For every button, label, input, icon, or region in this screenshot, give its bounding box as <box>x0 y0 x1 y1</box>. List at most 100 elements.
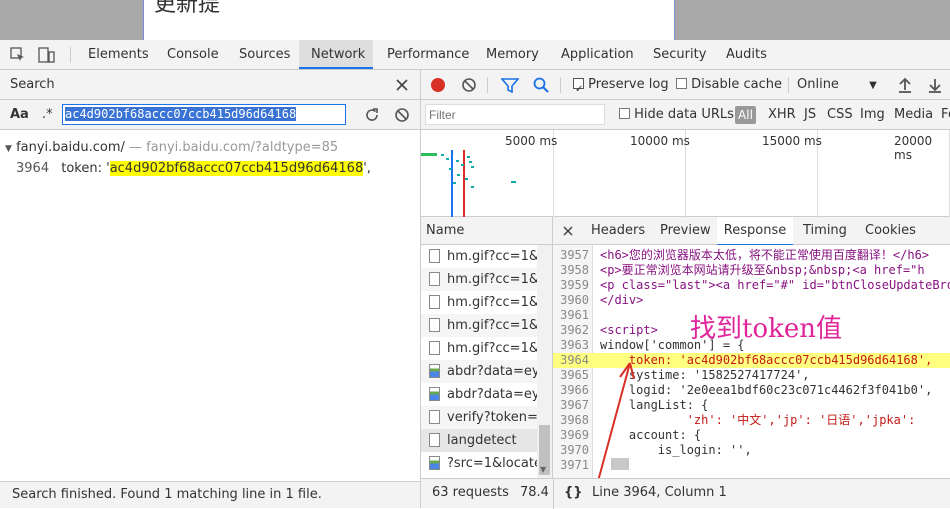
request-row[interactable]: hm.gif?cc=1&c... <box>421 291 537 314</box>
tab-timing[interactable]: Timing <box>803 217 847 244</box>
request-name: langdetect <box>447 433 517 448</box>
tab-preview[interactable]: Preview <box>660 217 711 244</box>
preserve-log-checkbox[interactable]: ✓ Preserve log <box>573 70 669 100</box>
file-icon <box>429 295 440 309</box>
file-icon <box>429 341 440 355</box>
search-result-file[interactable]: ▼ fanyi.baidu.com/ — fanyi.baidu.com/?al… <box>5 140 338 155</box>
annotation-text: 找到token值 <box>690 314 842 344</box>
disable-cache-checkbox[interactable]: Disable cache <box>676 70 782 100</box>
request-name: hm.gif?cc=1&c... <box>447 249 537 264</box>
request-name: hm.gif?cc=1&c... <box>447 318 537 333</box>
dropdown-arrow-icon: ▼ <box>869 80 877 91</box>
filter-type-js[interactable]: JS <box>804 100 816 130</box>
search-input[interactable]: ac4d902bf68accc07ccb415d96d64168 <box>62 104 346 125</box>
network-overview-timeline[interactable]: 5000 ms 10000 ms 15000 ms 20000 ms <box>421 130 950 217</box>
code-line: 3958 <p>要正常浏览本网站请升级至&nbsp;&nbsp;<a href="… <box>560 263 925 277</box>
search-status-text: Search finished. Found 1 matching line i… <box>12 487 322 502</box>
request-row[interactable]: abdr?data=eyJk <box>421 360 537 383</box>
filter-type-css[interactable]: CSS <box>827 100 853 130</box>
file-icon <box>429 410 440 424</box>
expand-triangle-icon: ▼ <box>5 144 12 154</box>
regex-toggle[interactable]: .* <box>42 100 53 130</box>
tab-network[interactable]: Network <box>299 40 373 69</box>
tab-elements[interactable]: Elements <box>76 40 161 69</box>
request-row[interactable]: verify?token=b... <box>421 406 537 429</box>
code-line: 3960 </div> <box>560 293 644 307</box>
file-icon <box>429 272 440 286</box>
request-row[interactable]: hm.gif?cc=1&c... <box>421 268 537 291</box>
inspect-element-icon[interactable] <box>10 47 26 63</box>
clear-icon[interactable] <box>394 107 410 123</box>
search-toolbar: Aa .* ac4d902bf68accc07ccb415d96d64168 <box>0 100 420 130</box>
request-row[interactable]: hm.gif?cc=1&c... <box>421 245 537 268</box>
match-case-toggle[interactable]: Aa <box>10 100 29 130</box>
tab-memory[interactable]: Memory <box>474 40 551 69</box>
toolbar-divider <box>487 77 488 93</box>
search-results: ▼ fanyi.baidu.com/ — fanyi.baidu.com/?al… <box>0 130 420 480</box>
filter-type-media[interactable]: Media <box>894 100 933 130</box>
request-name: hm.gif?cc=1&c... <box>447 341 537 356</box>
tab-cookies[interactable]: Cookies <box>865 217 916 244</box>
disable-cache-label: Disable cache <box>691 77 782 92</box>
pretty-print-icon[interactable]: {} <box>564 479 583 507</box>
annotation-arrow-icon <box>596 362 635 486</box>
name-column-header[interactable]: Name <box>421 217 552 245</box>
request-row[interactable]: hm.gif?cc=1&c... <box>421 314 537 337</box>
hide-data-urls-label: Hide data URLs <box>634 107 734 122</box>
filter-type-img[interactable]: Img <box>860 100 885 130</box>
image-icon <box>429 456 440 470</box>
result-match: ac4d902bf68accc07ccb415d96d64168 <box>109 161 364 176</box>
filter-type-all[interactable]: All <box>735 106 756 124</box>
name-header-label: Name <box>426 223 465 238</box>
result-file-name: fanyi.baidu.com/ <box>16 140 125 155</box>
record-icon[interactable] <box>430 77 446 93</box>
filter-icon[interactable] <box>501 77 519 93</box>
tab-headers[interactable]: Headers <box>591 217 645 244</box>
filter-input[interactable] <box>425 104 605 125</box>
page-heading: 更新提 <box>154 0 221 17</box>
tab-console[interactable]: Console <box>155 40 231 69</box>
file-icon <box>429 433 440 447</box>
toolbar-divider <box>70 47 71 63</box>
scroll-down-icon[interactable]: ▼ <box>540 465 546 474</box>
result-suffix: ', <box>363 161 371 176</box>
search-panel-title: Search <box>10 77 55 92</box>
request-name: ?src=1&locate... <box>447 456 537 471</box>
tab-sources[interactable]: Sources <box>227 40 302 69</box>
throttling-select[interactable]: Online ▼ <box>797 70 877 101</box>
device-toolbar-icon[interactable] <box>38 46 56 64</box>
tab-security[interactable]: Security <box>641 40 718 69</box>
filter-type-font[interactable]: Fo <box>941 100 950 130</box>
toolbar-divider <box>788 77 789 93</box>
request-row[interactable]: ?src=1&locate... <box>421 452 537 475</box>
search-result-line[interactable]: 3964 token: 'ac4d902bf68accc07ccb415d96d… <box>16 161 371 176</box>
filter-type-xhr[interactable]: XHR <box>768 100 796 130</box>
search-panel-header: Search <box>0 70 420 100</box>
search-input-value: ac4d902bf68accc07ccb415d96d64168 <box>65 107 297 121</box>
import-har-icon[interactable] <box>898 77 912 93</box>
scrollbar[interactable]: ▼ <box>537 245 552 478</box>
refresh-icon[interactable] <box>364 107 380 123</box>
tab-response[interactable]: Response <box>717 217 793 246</box>
hide-data-urls-checkbox[interactable]: Hide data URLs <box>619 100 734 130</box>
transfer-size: 78.4 <box>520 485 549 500</box>
file-icon <box>429 249 440 263</box>
request-row[interactable]: hm.gif?cc=1&c... <box>421 337 537 360</box>
result-prefix: token: ' <box>61 161 110 176</box>
network-status-bar: 63 requests 78.4 {} Line 3964, Column 1 <box>421 478 950 509</box>
tab-performance[interactable]: Performance <box>375 40 481 69</box>
clear-log-icon[interactable] <box>461 77 477 93</box>
request-row[interactable]: langdetect <box>421 429 537 452</box>
search-icon[interactable] <box>533 77 549 93</box>
page-content-strip: 更新提 <box>0 0 950 40</box>
close-icon[interactable] <box>396 79 408 91</box>
request-row[interactable]: abdr?data=eyJk <box>421 383 537 406</box>
close-icon[interactable] <box>563 226 573 236</box>
result-file-url: — fanyi.baidu.com/?aldtype=85 <box>129 140 339 155</box>
request-name: abdr?data=eyJk <box>447 364 537 379</box>
preserve-log-label: Preserve log <box>588 77 669 92</box>
tab-application[interactable]: Application <box>549 40 646 69</box>
search-status-bar: Search finished. Found 1 matching line i… <box>0 481 420 508</box>
tab-audits[interactable]: Audits <box>714 40 779 69</box>
export-har-icon[interactable] <box>928 77 942 93</box>
